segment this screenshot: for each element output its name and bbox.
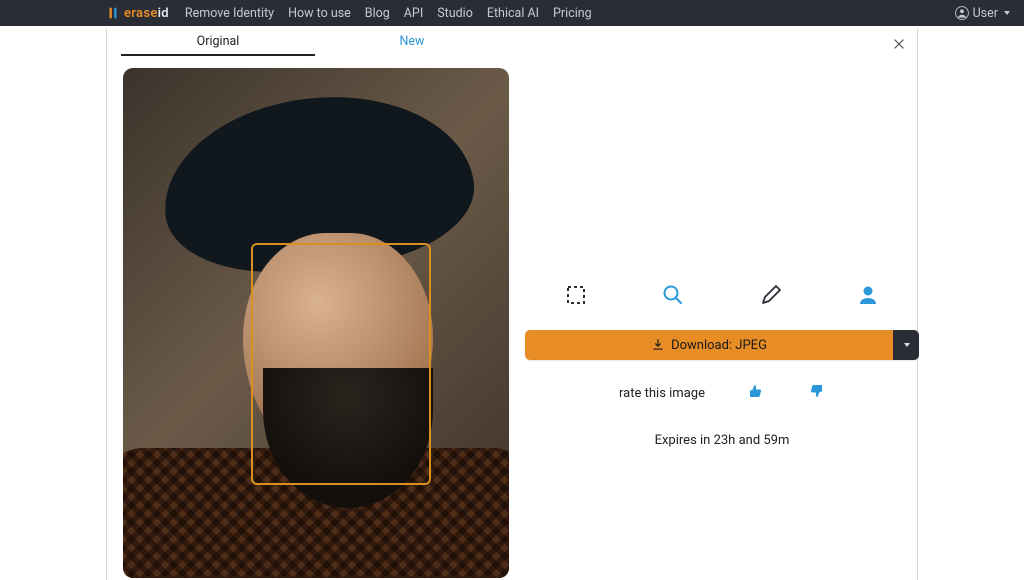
thumbs-up-button[interactable] xyxy=(747,382,765,404)
thumbs-down-button[interactable] xyxy=(807,382,825,404)
face-bounding-box[interactable] xyxy=(251,243,431,485)
crop-tool[interactable] xyxy=(549,278,603,312)
view-tabs: Original New xyxy=(121,28,509,56)
close-button[interactable] xyxy=(889,34,909,54)
thumbs-down-icon xyxy=(807,382,825,400)
tool-row xyxy=(527,278,917,312)
navbar: eraseid Remove Identity How to use Blog … xyxy=(0,0,1024,26)
pencil-icon xyxy=(759,283,783,307)
crop-icon xyxy=(564,283,588,307)
editor-stage: Original New xyxy=(106,28,918,580)
brand-text: eraseid xyxy=(124,6,169,21)
zoom-tool[interactable] xyxy=(646,278,700,312)
logo-icon xyxy=(106,6,120,20)
edit-tool[interactable] xyxy=(744,278,798,312)
nav-ethical-ai[interactable]: Ethical AI xyxy=(487,6,539,21)
brand-logo[interactable]: eraseid xyxy=(106,6,169,21)
thumbs-up-icon xyxy=(747,382,765,400)
image-preview xyxy=(123,68,509,578)
search-icon xyxy=(661,283,685,307)
rate-label: rate this image xyxy=(619,386,705,401)
download-format-dropdown[interactable] xyxy=(893,330,919,360)
profile-tool[interactable] xyxy=(841,278,895,312)
close-icon xyxy=(892,37,906,51)
chevron-down-icon xyxy=(904,343,910,347)
chevron-down-icon xyxy=(1004,11,1010,15)
download-label: Download: JPEG xyxy=(671,338,767,353)
nav-remove-identity[interactable]: Remove Identity xyxy=(185,6,274,21)
user-menu[interactable]: User xyxy=(955,6,1010,21)
nav-api[interactable]: API xyxy=(404,6,423,21)
user-label: User xyxy=(973,6,998,21)
download-icon xyxy=(651,338,665,352)
rate-row: rate this image xyxy=(525,382,919,404)
user-icon xyxy=(955,6,969,20)
person-icon xyxy=(856,283,880,307)
nav-how-to-use[interactable]: How to use xyxy=(288,6,351,21)
tab-new[interactable]: New xyxy=(315,28,509,56)
expiry-label: Expires in 23h and 59m xyxy=(525,433,919,448)
nav-studio[interactable]: Studio xyxy=(437,6,473,21)
download-button[interactable]: Download: JPEG xyxy=(525,330,893,360)
download-group: Download: JPEG xyxy=(525,330,919,360)
nav-pricing[interactable]: Pricing xyxy=(553,6,592,21)
nav-links: Remove Identity How to use Blog API Stud… xyxy=(185,6,955,21)
tab-original[interactable]: Original xyxy=(121,28,315,56)
nav-blog[interactable]: Blog xyxy=(365,6,390,21)
